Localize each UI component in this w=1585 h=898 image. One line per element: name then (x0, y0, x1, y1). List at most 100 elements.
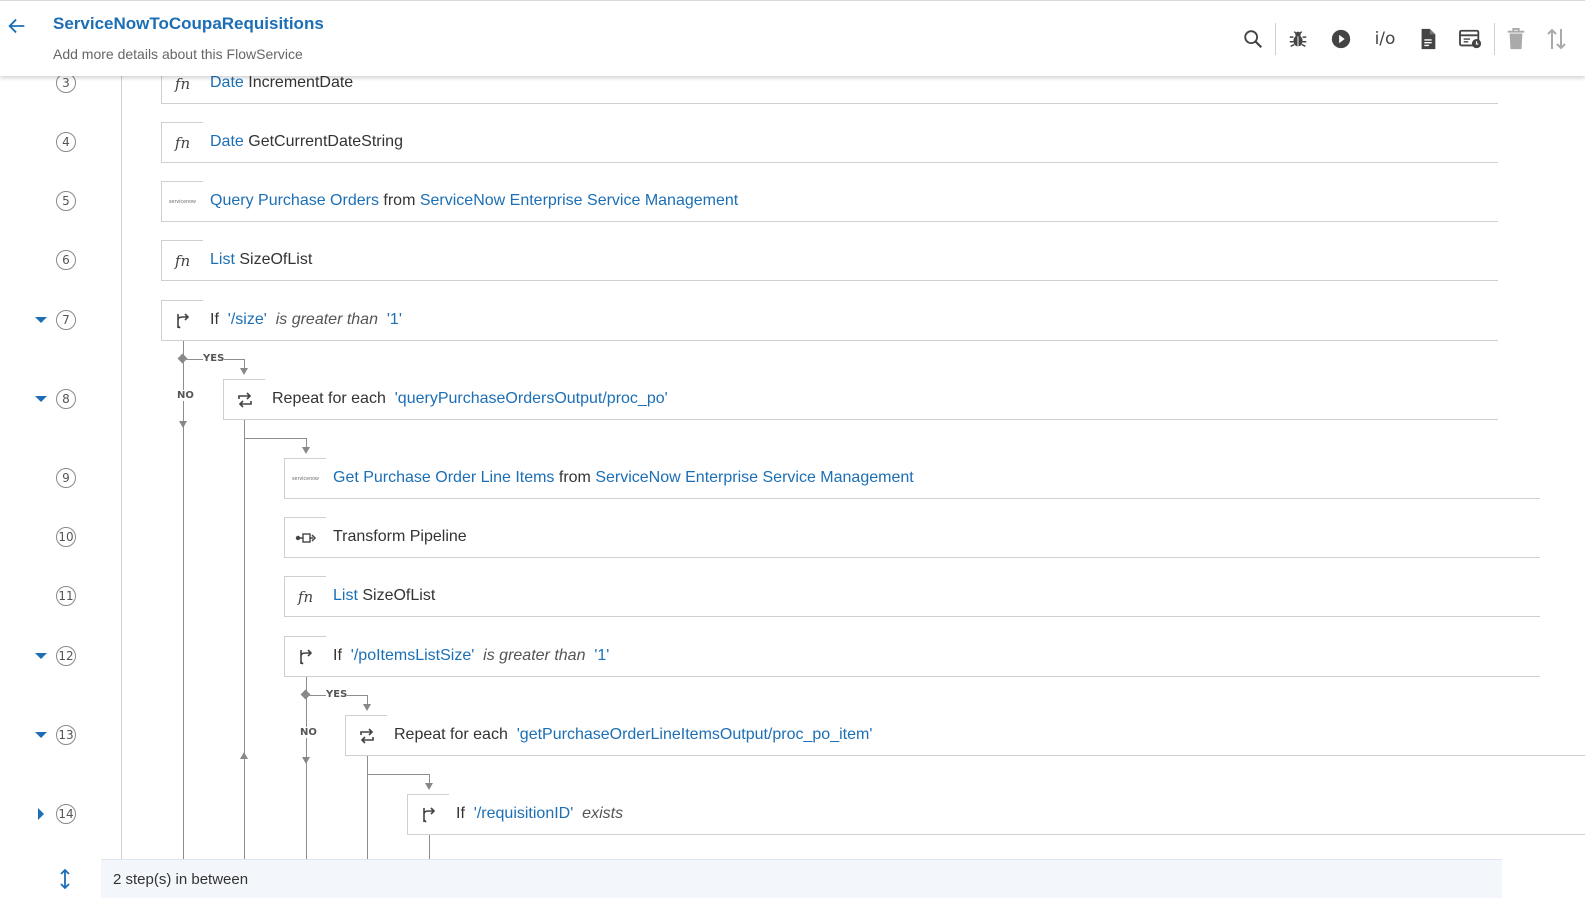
step-number: 5 (56, 191, 76, 211)
trash-icon[interactable] (1504, 27, 1528, 51)
collapse-caret-icon[interactable] (35, 653, 47, 659)
connector-line (367, 774, 429, 775)
step-number: 13 (56, 725, 76, 745)
step-label: Transform Pipeline (333, 528, 467, 546)
arrow-down-icon (179, 421, 187, 428)
flow-step[interactable]: fn List SizeOfList (284, 576, 1540, 617)
step-token-text: If (210, 311, 224, 328)
step-number: 3 (56, 73, 76, 93)
branch-icon (176, 312, 189, 329)
step-number: 12 (56, 646, 76, 666)
connector-line (244, 438, 306, 439)
step-token-link: ServiceNow Enterprise Service Management (595, 469, 914, 486)
step-token-link: Query Purchase Orders (210, 192, 379, 209)
step-icon-box: fn (161, 240, 203, 280)
servicenow-logo-icon: servicenow (291, 475, 319, 482)
back-arrow-icon[interactable] (6, 15, 28, 37)
flow-step[interactable]: If '/poItemsListSize' is greater than '1… (284, 636, 1540, 677)
step-label: If '/size' is greater than '1' (210, 311, 402, 329)
flow-step[interactable]: servicenow Get Purchase Order Line Items … (284, 458, 1540, 499)
flow-step[interactable]: Repeat for each 'getPurchaseOrderLineIte… (345, 715, 1585, 756)
step-token-link: ServiceNow Enterprise Service Management (419, 192, 739, 209)
collapsed-steps-bar[interactable]: 2 step(s) in between (101, 859, 1502, 898)
flow-step[interactable]: If '/size' is greater than '1' (161, 300, 1498, 341)
flow-step[interactable]: servicenow Query Purchase Orders from Ser… (161, 181, 1498, 222)
step-token-text: from (554, 469, 596, 486)
arrow-down-icon (302, 757, 310, 764)
step-label: List SizeOfList (210, 251, 312, 269)
step-token-text: is greater than (271, 311, 383, 328)
step-icon-box (284, 636, 326, 676)
step-token-text: SizeOfList (234, 251, 313, 268)
branch-label: YES (203, 353, 225, 364)
document-icon[interactable] (1416, 27, 1440, 51)
step-token-text: If (333, 647, 347, 664)
step-token-text: GetCurrentDateString (243, 133, 403, 150)
step-number: 8 (56, 389, 76, 409)
schedule-icon[interactable] (1459, 27, 1483, 51)
step-number: 4 (56, 132, 76, 152)
collapse-caret-icon[interactable] (35, 317, 47, 323)
flow-step[interactable]: Repeat for each 'queryPurchaseOrdersOutp… (223, 379, 1498, 420)
sort-icon[interactable] (1545, 27, 1569, 51)
step-token-link: List (210, 251, 235, 268)
step-token-text: SizeOfList (357, 587, 436, 604)
step-token-link: '1' (589, 647, 610, 664)
step-icon-box: fn (161, 122, 203, 162)
arrow-down-icon (425, 783, 433, 790)
repeat-icon (237, 391, 252, 408)
step-token-text: from (378, 192, 420, 209)
expand-caret-icon[interactable] (38, 808, 44, 820)
step-token-link: '/poItemsListSize' (346, 647, 479, 664)
branch-icon (422, 806, 435, 823)
io-button[interactable]: i/o (1372, 27, 1398, 51)
flow-description[interactable]: Add more details about this FlowService (53, 46, 303, 62)
collapse-caret-icon[interactable] (35, 732, 47, 738)
transform-icon (295, 532, 316, 543)
step-icon-box (223, 379, 265, 419)
collapse-caret-icon[interactable] (35, 396, 47, 402)
function-icon: fn (174, 74, 191, 93)
step-number: 9 (56, 468, 76, 488)
play-icon[interactable] (1329, 27, 1353, 51)
collapsed-steps-text: 2 step(s) in between (113, 871, 249, 888)
branch-label: NO (300, 727, 317, 738)
step-icon-box (284, 517, 326, 557)
step-icon-box: servicenow (161, 181, 203, 221)
flow-step[interactable]: fn Date GetCurrentDateString (161, 122, 1498, 163)
branch-label: YES (326, 689, 348, 700)
branch-icon (299, 648, 312, 665)
step-token-link: Get Purchase Order Line Items (333, 469, 555, 486)
flow-step[interactable]: If '/requisitionID' exists (407, 794, 1585, 835)
step-label: Date GetCurrentDateString (210, 133, 403, 151)
bug-icon[interactable] (1286, 27, 1310, 51)
step-token-link: 'getPurchaseOrderLineItemsOutput/proc_po… (512, 726, 873, 743)
step-label: If '/requisitionID' exists (456, 805, 623, 823)
connector-line (183, 340, 184, 865)
flow-header: ServiceNowToCoupaRequisitions Add more d… (0, 0, 1585, 76)
toolbar-divider (1275, 23, 1276, 55)
step-icon-box: servicenow (284, 458, 326, 498)
flow-title[interactable]: ServiceNowToCoupaRequisitions (53, 14, 324, 34)
search-icon[interactable] (1241, 27, 1265, 51)
step-icon-box (345, 715, 387, 755)
step-label: Query Purchase Orders from ServiceNow En… (210, 192, 738, 210)
servicenow-logo-icon: servicenow (168, 198, 196, 205)
step-number: 7 (56, 310, 76, 330)
connector-line (306, 676, 307, 865)
step-rail (121, 75, 122, 865)
toolbar-divider (1494, 23, 1495, 55)
expand-steps-icon[interactable] (58, 868, 72, 890)
step-token-link: Date (210, 74, 244, 91)
connector-line (367, 755, 368, 865)
flow-step[interactable]: fn List SizeOfList (161, 240, 1498, 281)
step-token-text: exists (577, 805, 624, 822)
step-icon-box (161, 300, 203, 340)
step-token-link: '/size' (223, 311, 272, 328)
arrow-down-icon (363, 704, 371, 711)
flow-step[interactable]: Transform Pipeline (284, 517, 1540, 558)
function-icon: fn (297, 587, 314, 606)
step-label: If '/poItemsListSize' is greater than '1… (333, 647, 609, 665)
branch-label: NO (177, 390, 194, 401)
step-token-text: Repeat for each (272, 390, 391, 407)
